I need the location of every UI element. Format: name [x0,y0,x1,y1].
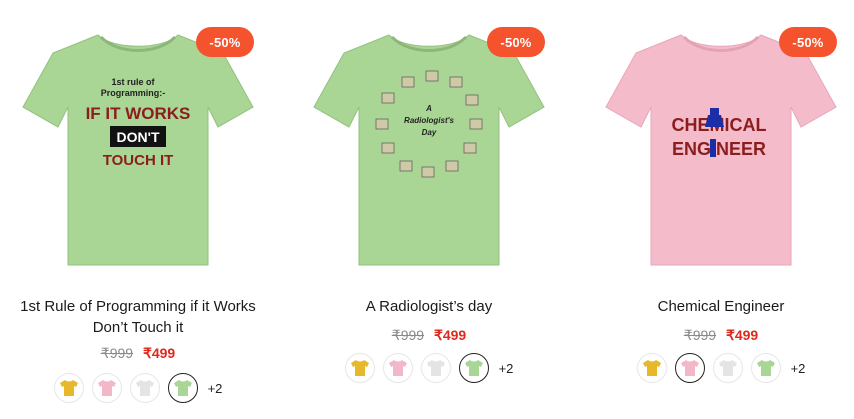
sale-price: ₹499 [142,345,176,361]
product-image[interactable]: 1st rule of Programming:- IF IT WORKS DO… [0,0,284,290]
print-line: Programming:- [101,88,166,98]
swatch-green[interactable] [750,353,781,383]
product-card[interactable]: A Radiologist's Day -50% A Radiologist’s… [283,0,575,419]
swatch-yellow[interactable] [344,353,375,383]
discount-badge: -50% [779,27,837,57]
swatch-white[interactable] [712,353,743,383]
swatch-green[interactable] [167,373,198,403]
product-image[interactable]: CHEMICAL ENGINEER -50% [575,0,854,290]
sale-price: ₹499 [433,327,467,343]
print-line: A [425,104,432,113]
original-price: ₹999 [683,327,717,343]
print-line: TOUCH IT [103,152,174,169]
print-line: Day [422,128,437,137]
color-swatches: +2 [283,353,575,383]
swatch-pink[interactable] [674,353,705,383]
original-price: ₹999 [391,327,425,343]
swatch-pink[interactable] [382,353,413,383]
more-colors[interactable]: +2 [791,361,806,376]
product-grid: 1st rule of Programming:- IF IT WORKS DO… [0,0,854,419]
price-row: ₹999 ₹499 [283,327,575,344]
product-card[interactable]: 1st rule of Programming:- IF IT WORKS DO… [0,0,284,419]
print-line: 1st rule of [111,77,155,87]
sale-price: ₹499 [725,327,759,343]
color-swatches: +2 [0,373,284,403]
print-line: IF IT WORKS [86,104,191,123]
print-line: Radiologist's [404,116,454,125]
print-line: ENGINEER [672,139,766,159]
swatch-white[interactable] [129,373,160,403]
product-image[interactable]: A Radiologist's Day -50% [283,0,575,290]
swatch-pink[interactable] [91,373,122,403]
price-row: ₹999 ₹499 [0,345,284,362]
product-card[interactable]: CHEMICAL ENGINEER -50% Chemical Engineer… [575,0,854,419]
swatch-yellow[interactable] [53,373,84,403]
discount-badge: -50% [196,27,254,57]
product-title[interactable]: A Radiologist’s day [293,296,565,317]
swatch-white[interactable] [420,353,451,383]
more-colors[interactable]: +2 [499,361,514,376]
swatch-green[interactable] [458,353,489,383]
more-colors[interactable]: +2 [208,381,223,396]
color-swatches: +2 [575,353,854,383]
original-price: ₹999 [100,345,134,361]
product-title[interactable]: Chemical Engineer [585,296,854,317]
discount-badge: -50% [487,27,545,57]
swatch-yellow[interactable] [636,353,667,383]
price-row: ₹999 ₹499 [575,327,854,344]
print-line: DON'T [117,129,160,145]
product-title[interactable]: 1st Rule of Programming if it Works Don’… [2,296,274,338]
